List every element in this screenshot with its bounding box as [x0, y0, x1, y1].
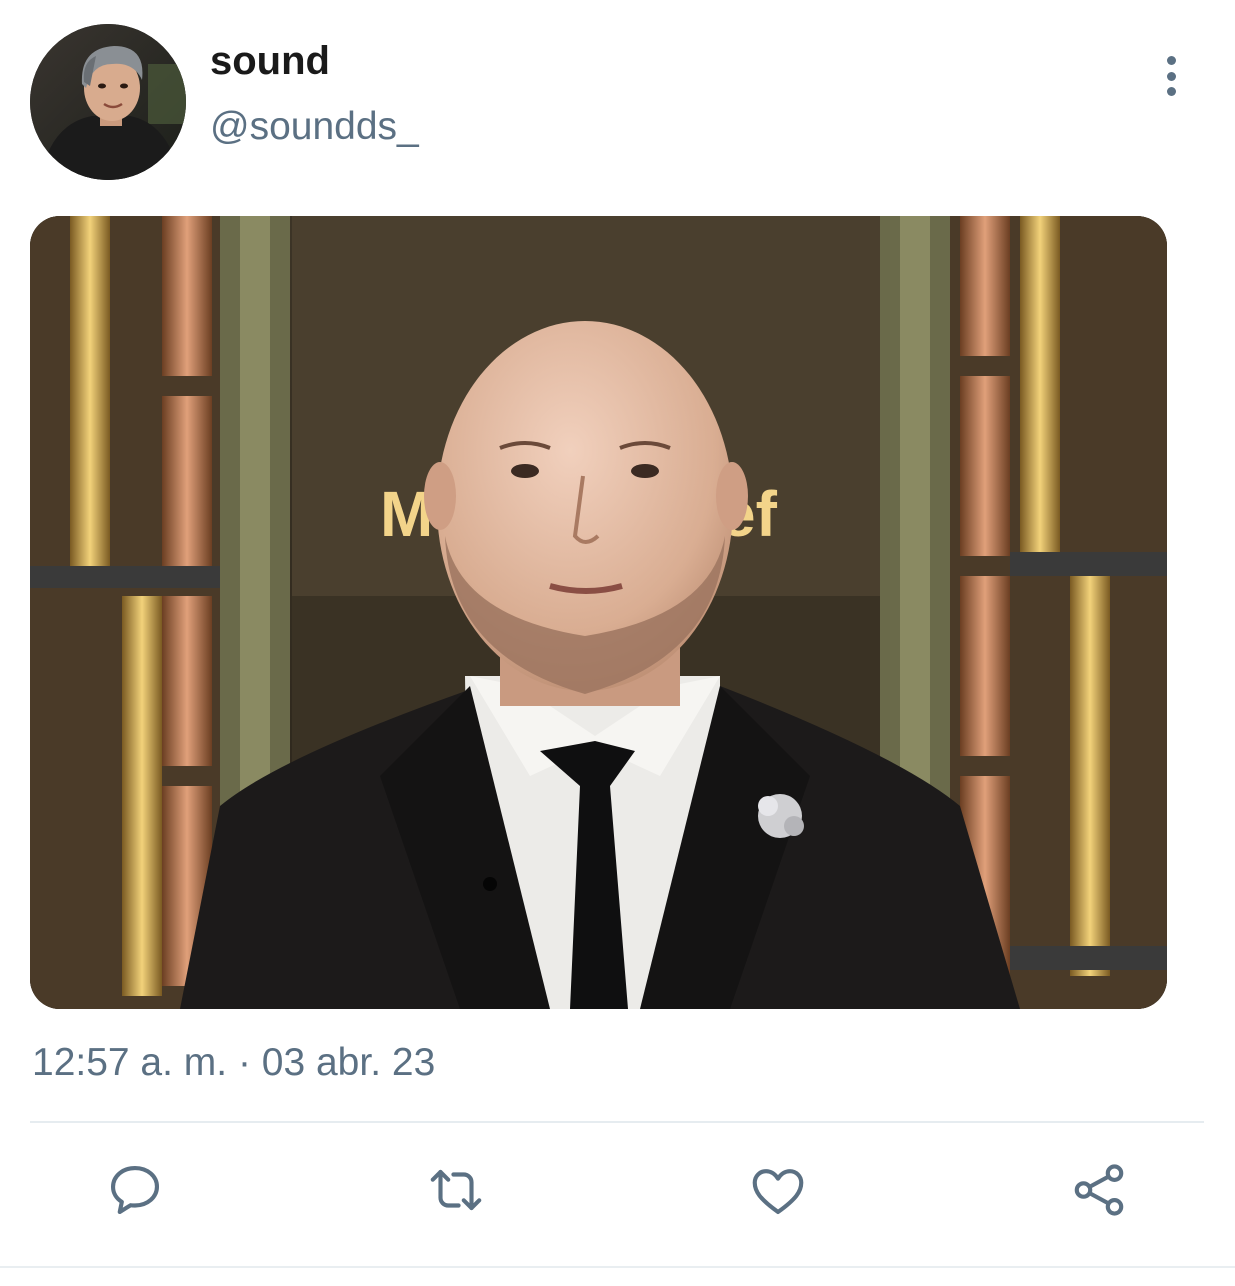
retweet-arrows-icon [430, 1169, 482, 1211]
more-options-icon[interactable] [1148, 48, 1194, 104]
tweet-action-bar [0, 1140, 1235, 1250]
heart-icon [752, 1169, 804, 1215]
media-photo: M ef [30, 216, 1167, 1009]
more-dot [1166, 87, 1176, 96]
share-button[interactable] [1059, 1150, 1139, 1230]
display-name[interactable]: sound [210, 38, 330, 84]
speech-bubble-icon [110, 1165, 160, 1215]
bottom-divider [0, 1266, 1235, 1268]
more-dot [1166, 56, 1176, 65]
user-handle[interactable]: @soundds_ [210, 104, 419, 150]
avatar[interactable] [30, 24, 186, 180]
tweet-timestamp[interactable]: 12:57 a. m. · 03 abr. 23 [32, 1040, 435, 1086]
tweet-detail: sound @soundds_ M ef 12:57 a. m. · 03 ab… [0, 0, 1235, 1286]
tweet-media-image[interactable]: M ef [30, 216, 1167, 1009]
reply-button[interactable] [95, 1150, 175, 1230]
retweet-button[interactable] [416, 1150, 496, 1230]
share-nodes-icon [1074, 1164, 1124, 1216]
more-dot [1166, 71, 1176, 81]
avatar-photo [30, 24, 186, 180]
divider [30, 1121, 1204, 1123]
like-button[interactable] [738, 1150, 818, 1230]
